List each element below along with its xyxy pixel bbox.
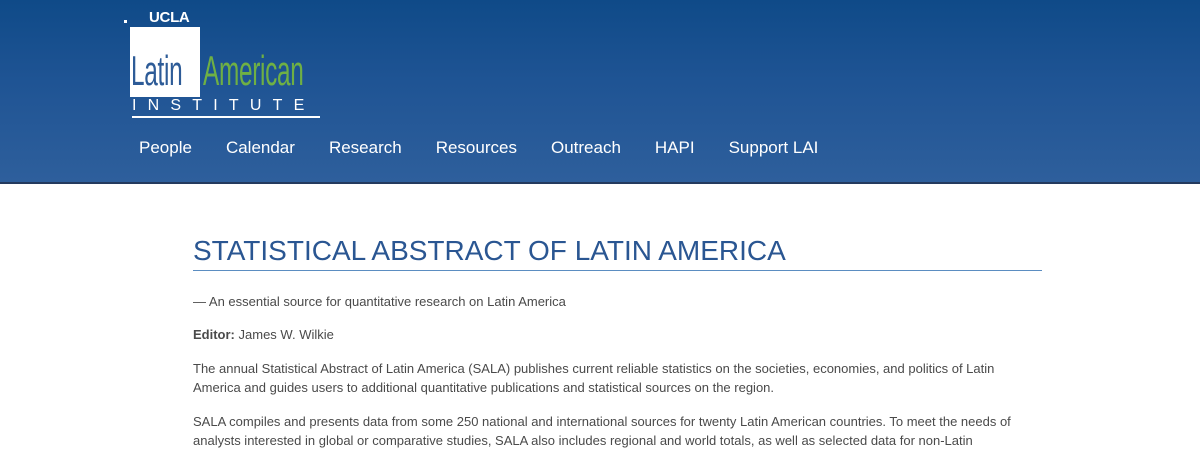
logo-dot	[124, 20, 127, 23]
page-subtitle: — An essential source for quantitative r…	[193, 294, 566, 309]
nav-item-people[interactable]: People	[122, 136, 209, 160]
main-nav: People Calendar Research Resources Outre…	[122, 136, 835, 160]
main-content: STATISTICAL ABSTRACT OF LATIN AMERICA — …	[193, 232, 1042, 450]
nav-item-support-lai[interactable]: Support LAI	[712, 136, 836, 160]
page-title: STATISTICAL ABSTRACT OF LATIN AMERICA	[193, 232, 1042, 271]
nav-item-calendar[interactable]: Calendar	[209, 136, 312, 160]
editor-label: Editor:	[193, 327, 235, 342]
lai-logo[interactable]: UCLA Latin American INSTITUTE	[124, 10, 324, 120]
intro-paragraph: The annual Statistical Abstract of Latin…	[193, 361, 995, 395]
logo-latin-text: Latin	[131, 47, 183, 94]
nav-item-resources[interactable]: Resources	[419, 136, 534, 160]
logo-american-text: American	[203, 47, 304, 94]
logo-institute-text: INSTITUTE	[132, 97, 316, 114]
nav-item-research[interactable]: Research	[312, 136, 419, 160]
site-header: UCLA Latin American INSTITUTE People Cal…	[0, 0, 1200, 184]
editor-line: Editor: James W. Wilkie	[193, 326, 1042, 344]
logo-ucla-text: UCLA	[149, 9, 190, 26]
logo-underline	[132, 116, 320, 118]
nav-item-outreach[interactable]: Outreach	[534, 136, 638, 160]
nav-item-hapi[interactable]: HAPI	[638, 136, 712, 160]
editor-name: James W. Wilkie	[238, 327, 334, 342]
sources-paragraph: SALA compiles and presents data from som…	[193, 414, 1011, 448]
